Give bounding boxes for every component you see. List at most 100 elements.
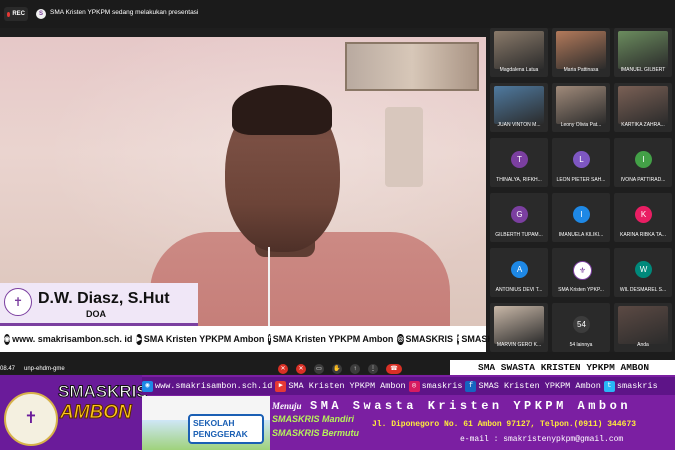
participant-tile[interactable]: I IMANUELA KILIKI... — [552, 193, 610, 242]
facebook-icon: f — [465, 380, 477, 392]
participant-avatar: I — [573, 206, 590, 223]
twitter-icon: t — [457, 333, 460, 345]
participant-avatar: T — [511, 151, 528, 168]
participant-video — [618, 306, 668, 344]
participant-avatar: L — [573, 151, 590, 168]
participant-tile[interactable]: A ANTONIUS DEVI T... — [490, 248, 548, 297]
school-full-name: SMA Swasta Kristen YPKPM Ambon — [310, 399, 632, 413]
bermutu-slogan: SMASKRIS Bermutu — [272, 428, 360, 438]
participant-name: IMANUEL GILBERT — [620, 67, 666, 73]
participant-name: JUAN VINTON M... — [497, 122, 541, 128]
participant-tile[interactable]: Magdalena Latua — [490, 28, 548, 77]
participant-name: IMANUELA KILIKI... — [558, 232, 604, 238]
participant-video — [556, 86, 606, 124]
more-participants-badge: 54 — [573, 316, 590, 333]
participant-tile[interactable]: K KARINA RIBKA TA... — [614, 193, 672, 242]
participant-name: Leony Olivia Pat... — [560, 122, 602, 128]
participant-name: THINALYA, RIFKH... — [496, 177, 542, 183]
participant-tile[interactable]: IMANUEL GILBERT — [614, 28, 672, 77]
globe-icon: ◉ — [142, 380, 153, 392]
social-media-strip: ◉ www. smakrisambon.sch. id ▶ SMA Kriste… — [0, 326, 509, 352]
banner-links: ◉ www.smakrisambon.sch.id ▶ SMA Kristen YP… — [142, 377, 675, 395]
speaker-name: D.W. Diasz, S.Hut — [38, 290, 170, 307]
meeting-time: 08.47 — [0, 366, 16, 372]
more-options-button[interactable]: ⋮ — [368, 364, 378, 374]
banner-link-twitter: t smaskris — [603, 380, 658, 392]
leave-call-button[interactable]: ☎ — [386, 364, 402, 374]
mic-off-button[interactable]: ✕ — [278, 364, 288, 374]
globe-icon: ◉ — [4, 333, 11, 345]
mandiri-slogan: SMASKRIS Mandiri — [272, 414, 355, 424]
participant-avatar: G — [511, 206, 528, 223]
banner-link-facebook: f SMAS Kristen YPKPM Ambon — [465, 380, 601, 392]
participant-name: 54 lainnya — [569, 342, 593, 348]
participant-tile[interactable]: W WIL DESMAREL S... — [614, 248, 672, 297]
participant-tile[interactable]: G GILBERTH TUPAM... — [490, 193, 548, 242]
participant-name: ANTONIUS DEVI T... — [495, 287, 543, 293]
banner-link-youtube: ▶ SMA Kristen YPKPM Ambon — [275, 380, 406, 392]
participant-tile[interactable]: I IVONA PATTIRAD... — [614, 138, 672, 187]
banner-link-instagram: ◎ smaskris — [408, 380, 462, 392]
presenter-avatar: S — [36, 9, 46, 19]
participant-avatar: A — [511, 261, 528, 278]
participant-name: MARVIN GERO K... — [496, 342, 542, 348]
participant-video — [556, 31, 606, 69]
instagram-icon: ◎ — [397, 333, 404, 345]
instagram-icon: ◎ — [408, 380, 420, 392]
participant-tile[interactable]: JUAN VINTON M... — [490, 83, 548, 132]
rec-label: REC — [12, 11, 25, 17]
school-address: Jl. Diponegoro No. 61 Ambon 97127, Telpo… — [372, 420, 637, 429]
participant-name: KARTIKA ZAHRA... — [621, 122, 665, 128]
present-button[interactable]: ↑ — [350, 364, 360, 374]
wall-painting — [345, 42, 479, 91]
participant-avatar: I — [635, 151, 652, 168]
website-link: www. smakrisambon.sch. id — [12, 334, 133, 344]
participant-video — [618, 31, 668, 69]
participant-tile[interactable]: 54 54 lainnya — [552, 303, 610, 352]
banner-city-name: AMBON — [60, 402, 133, 424]
participant-video — [494, 86, 544, 124]
facebook-icon: f — [268, 333, 271, 345]
participant-tile[interactable]: MARVIN GERO K... — [490, 303, 548, 352]
participant-name: Maria Pattinasa — [563, 67, 599, 73]
participant-tile[interactable]: L LEON PIETER SAH... — [552, 138, 610, 187]
banner-school-name: SMASKRIS — [58, 382, 149, 402]
participant-tile[interactable]: Maria Pattinasa — [552, 28, 610, 77]
youtube-icon: ▶ — [275, 380, 287, 392]
participant-name: IVONA PATTIRAD... — [620, 177, 666, 183]
youtube-channel: SMA Kristen YPKPM Ambon — [143, 334, 265, 344]
school-top-label: SMA SWASTA KRISTEN YPKPM AMBON — [478, 362, 650, 373]
twitter-icon: t — [603, 380, 615, 392]
participant-avatar: K — [635, 206, 652, 223]
school-email: e-mail : smakristenypkpm@gmail.com — [460, 435, 624, 444]
raise-hand-button[interactable]: ✋ — [332, 364, 342, 374]
instagram-handle: SMASKRIS — [405, 334, 454, 344]
participant-video — [618, 86, 668, 124]
wall-hanging — [385, 107, 423, 187]
captions-button[interactable]: ▭ — [314, 364, 324, 374]
sekolah-label: SEKOLAH — [193, 418, 235, 428]
camera-off-button[interactable]: ✕ — [296, 364, 306, 374]
participant-name: KARINA RIBKA TA... — [620, 232, 666, 238]
participant-tile[interactable]: Anda — [614, 303, 672, 352]
earphone-cable — [268, 247, 270, 326]
participant-name: WIL DESMAREL S... — [619, 287, 667, 293]
participant-tile[interactable]: KARTIKA ZAHRA... — [614, 83, 672, 132]
participant-tile[interactable]: ⚜ SMA Kristen YPKP... — [552, 248, 610, 297]
speaker-role: DOA — [86, 309, 106, 319]
facebook-page: SMA Kristen YPKPM Ambon — [272, 334, 394, 344]
participant-name: GILBERTH TUPAM... — [495, 232, 543, 238]
participant-video — [494, 306, 544, 344]
participant-name: LEON PIETER SAH... — [556, 177, 606, 183]
participant-tile[interactable]: T THINALYA, RIFKH... — [490, 138, 548, 187]
presenting-status: SMA Kristen YPKPM sedang melakukan prese… — [50, 9, 199, 16]
speaker-hair — [232, 85, 332, 135]
participant-avatar: ⚜ — [573, 261, 592, 280]
participant-name: Anda — [637, 342, 649, 348]
recording-indicator: REC — [4, 7, 28, 21]
participant-grid: Magdalena Latua Maria Pattinasa IMANUEL GI… — [490, 28, 675, 358]
school-crest-icon: ✝ — [4, 392, 58, 446]
participant-tile[interactable]: Leony Olivia Pat... — [552, 83, 610, 132]
meeting-code: unp-ehdm-gme — [24, 366, 65, 372]
participant-name: Magdalena Latua — [499, 67, 539, 73]
